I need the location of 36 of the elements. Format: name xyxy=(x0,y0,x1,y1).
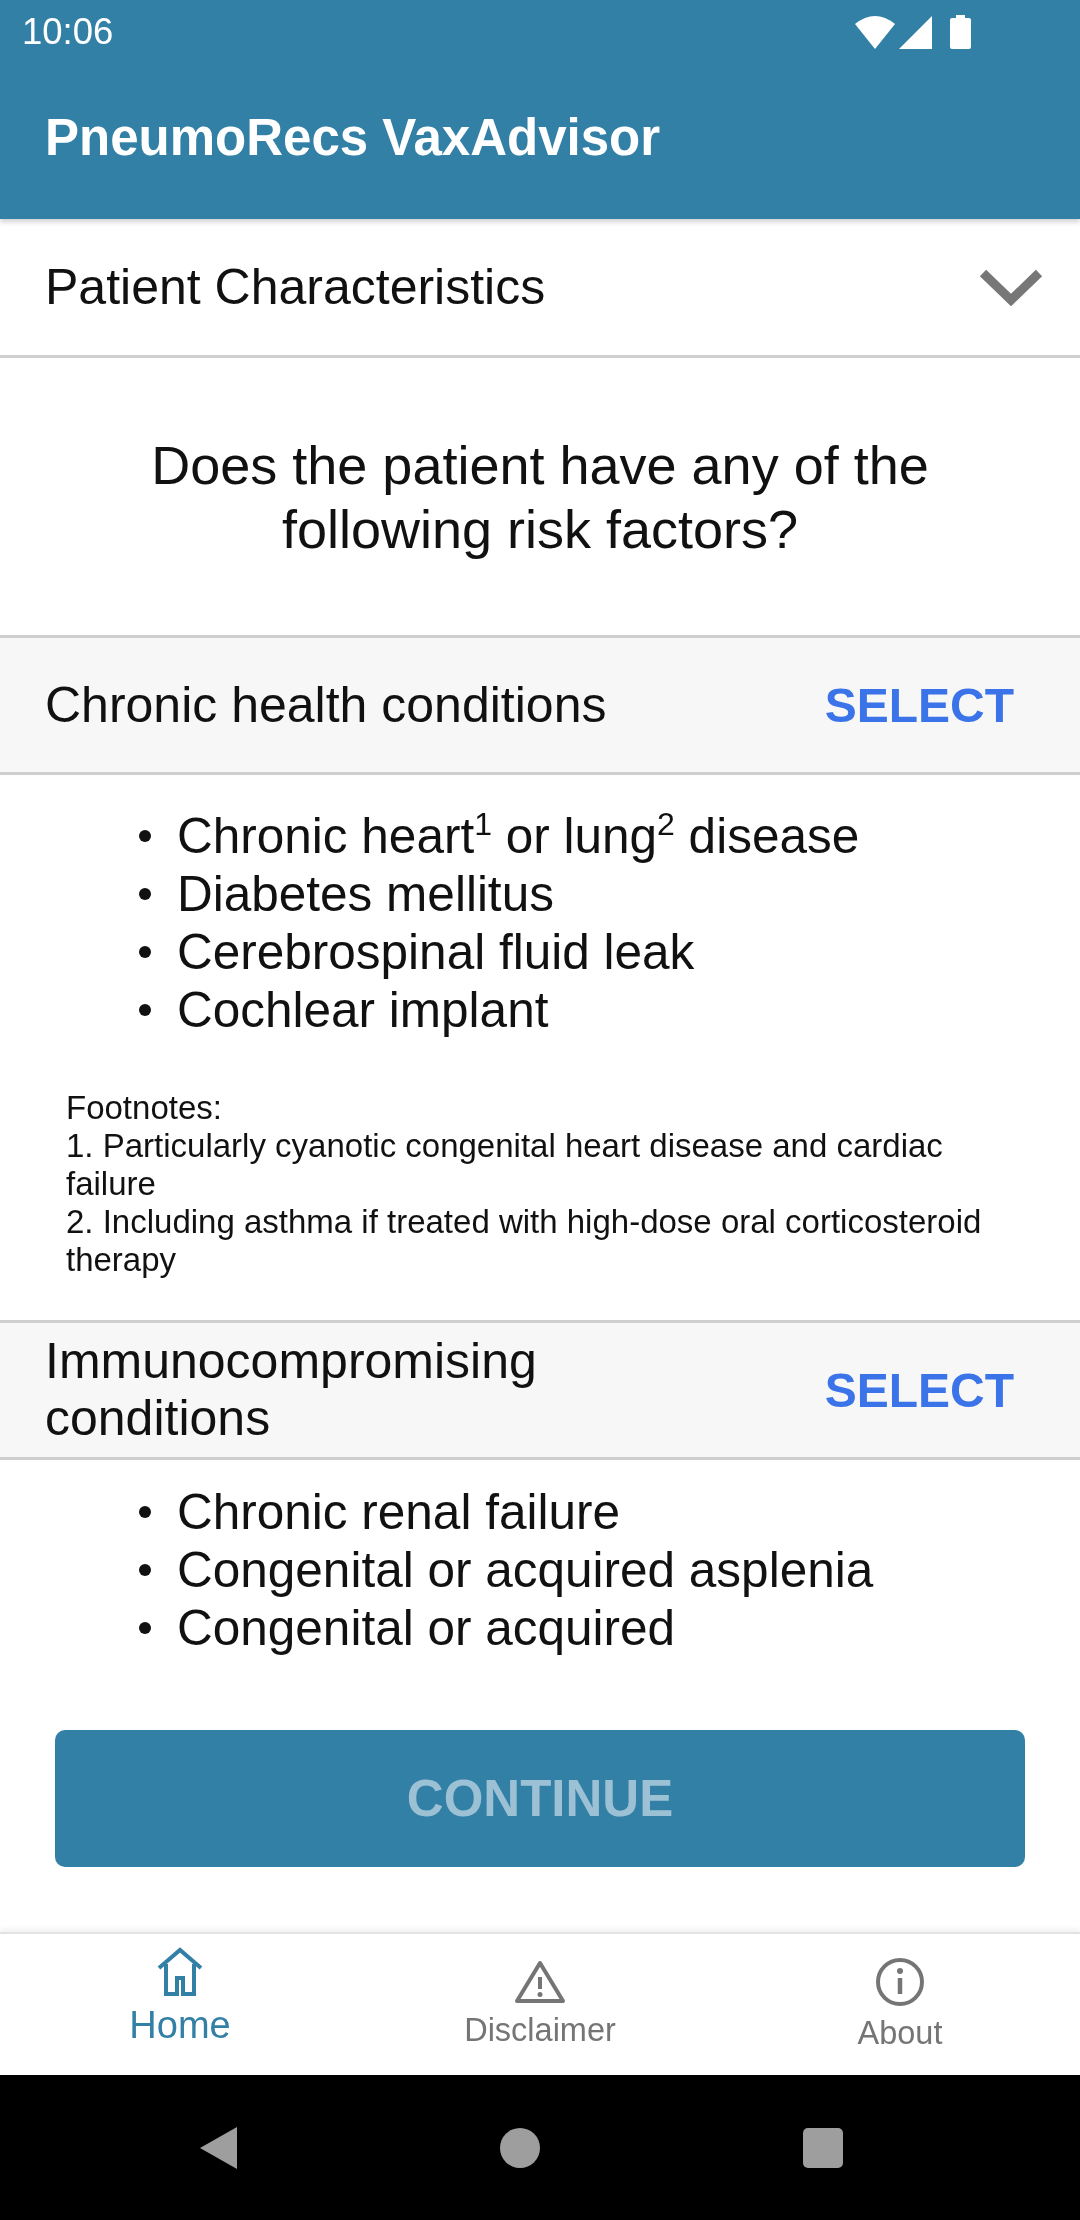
risk-factor-item: Chronic heart$^{1}$ or lung$^{2}$ disease xyxy=(177,807,860,865)
home-circle-icon[interactable] xyxy=(499,2127,540,2168)
footnote-text: 1. Particularly cyanotic congenital heart disease and cardiac failure xyxy=(66,1127,944,1203)
bullet-icon xyxy=(139,1506,151,1518)
nav-tab[interactable]: Disclaimer xyxy=(420,1934,660,2075)
warning-icon xyxy=(514,1960,566,2004)
select-button[interactable]: SELECT xyxy=(824,1362,1014,1418)
recents-square-icon[interactable] xyxy=(802,2127,843,2168)
question-text: Does the patient have any of the following risk factors? xyxy=(150,433,930,561)
bullet-icon xyxy=(139,1564,151,1576)
risk-factor-item: Chronic renal failure xyxy=(177,1483,620,1541)
bullet-icon xyxy=(139,1622,151,1634)
select-button[interactable]: SELECT xyxy=(824,677,1014,733)
back-icon[interactable] xyxy=(199,2126,237,2169)
bullet-icon xyxy=(139,888,151,900)
app-title: PneumoRecs VaxAdvisor xyxy=(45,107,661,167)
section-title: Chronic health conditions xyxy=(45,676,607,734)
bullet-icon xyxy=(139,946,151,958)
nav-tab[interactable]: About xyxy=(780,1934,1020,2075)
info-icon xyxy=(875,1957,925,2007)
risk-factor-item: Cerebrospinal fluid leak xyxy=(177,923,695,981)
nav-tab[interactable]: Home xyxy=(60,1934,300,2075)
home-icon xyxy=(156,1946,204,1996)
bullet-icon xyxy=(139,1004,151,1016)
risk-factor-item: Congenital or acquired xyxy=(177,1599,676,1657)
status-time: 10:06 xyxy=(22,10,114,53)
wifi-icon xyxy=(855,15,895,49)
risk-factor-item: Congenital or acquired asplenia xyxy=(177,1541,874,1599)
footnotes-heading: Footnotes: xyxy=(66,1089,223,1127)
battery-icon xyxy=(950,14,971,49)
section-title: Immunocompromising conditions xyxy=(45,1333,538,1447)
risk-factor-item: Cochlear implant xyxy=(177,981,549,1039)
bullet-icon xyxy=(139,830,151,842)
signal-icon xyxy=(899,15,932,49)
risk-factor-item: Diabetes mellitus xyxy=(177,865,554,923)
footnote-text: 2. Including asthma if treated with high-dose oral corticosteroid therapy xyxy=(66,1203,983,1279)
